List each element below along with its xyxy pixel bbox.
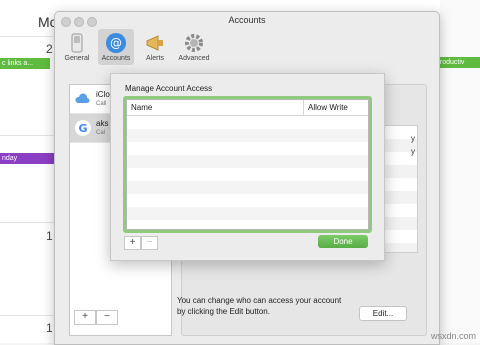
add-account-button[interactable]: + — [74, 310, 96, 325]
add-delegate-button[interactable]: + — [124, 236, 141, 250]
tab-label: Advanced — [178, 55, 210, 62]
titlebar: Accounts — [55, 12, 439, 30]
edit-button[interactable]: Edit... — [359, 306, 407, 321]
svg-text:G: G — [78, 122, 87, 135]
tab-accounts[interactable]: @ Accounts — [98, 29, 134, 65]
tab-alerts[interactable]: Alerts — [137, 29, 173, 65]
account-list-buttons: + − — [74, 310, 118, 325]
at-icon: @ — [106, 33, 126, 53]
tab-label: General — [64, 55, 90, 62]
column-header-name[interactable]: Name — [127, 100, 304, 115]
svg-text:@: @ — [110, 36, 122, 50]
calendar-event[interactable]: productiv — [434, 57, 480, 68]
watermark: wsxdn.com — [430, 331, 476, 341]
calendar-event[interactable]: c links a... — [0, 58, 50, 69]
day-number: 1 — [46, 321, 53, 335]
help-text: You can change who can access your accou… — [177, 296, 342, 316]
preferences-toolbar: General @ Accounts Alerts Advanced — [59, 29, 212, 65]
table-rows — [127, 116, 368, 229]
account-subtitle: Call — [96, 101, 107, 107]
access-table[interactable]: Name Allow Write — [126, 99, 369, 230]
day-number: 2 — [46, 42, 53, 56]
megaphone-icon — [146, 35, 163, 51]
day-number: 1 — [46, 229, 53, 243]
tab-general[interactable]: General — [59, 29, 95, 65]
tab-advanced[interactable]: Advanced — [176, 29, 212, 65]
detail-column: y y — [384, 125, 418, 253]
window-title: Accounts — [228, 15, 266, 25]
remove-delegate-button[interactable]: − — [141, 236, 158, 250]
manage-account-access-sheet: Manage Account Access Name Allow Write +… — [110, 73, 385, 261]
switch-icon — [71, 33, 83, 53]
tab-label: Accounts — [101, 55, 131, 62]
access-table-focus-ring: Name Allow Write — [123, 96, 372, 233]
done-button[interactable]: Done — [318, 235, 368, 248]
sheet-title: Manage Account Access — [125, 84, 213, 93]
icloud-icon — [75, 93, 90, 103]
table-header: Name Allow Write — [127, 100, 368, 116]
column-header-allow-write[interactable]: Allow Write — [304, 100, 368, 115]
calendar-right-column: productiv — [434, 0, 480, 343]
tab-label: Alerts — [146, 55, 164, 62]
detail-value: y — [411, 134, 415, 143]
detail-value: y — [411, 147, 415, 156]
gear-icon — [185, 34, 203, 52]
account-subtitle: Cal — [96, 130, 106, 136]
calendar-event[interactable]: nday — [0, 153, 58, 164]
remove-account-button[interactable]: − — [96, 310, 118, 325]
account-name: iClo — [96, 90, 110, 99]
google-icon: G — [75, 120, 91, 136]
sheet-list-buttons: + − — [124, 236, 158, 250]
account-name: aks — [96, 119, 109, 128]
